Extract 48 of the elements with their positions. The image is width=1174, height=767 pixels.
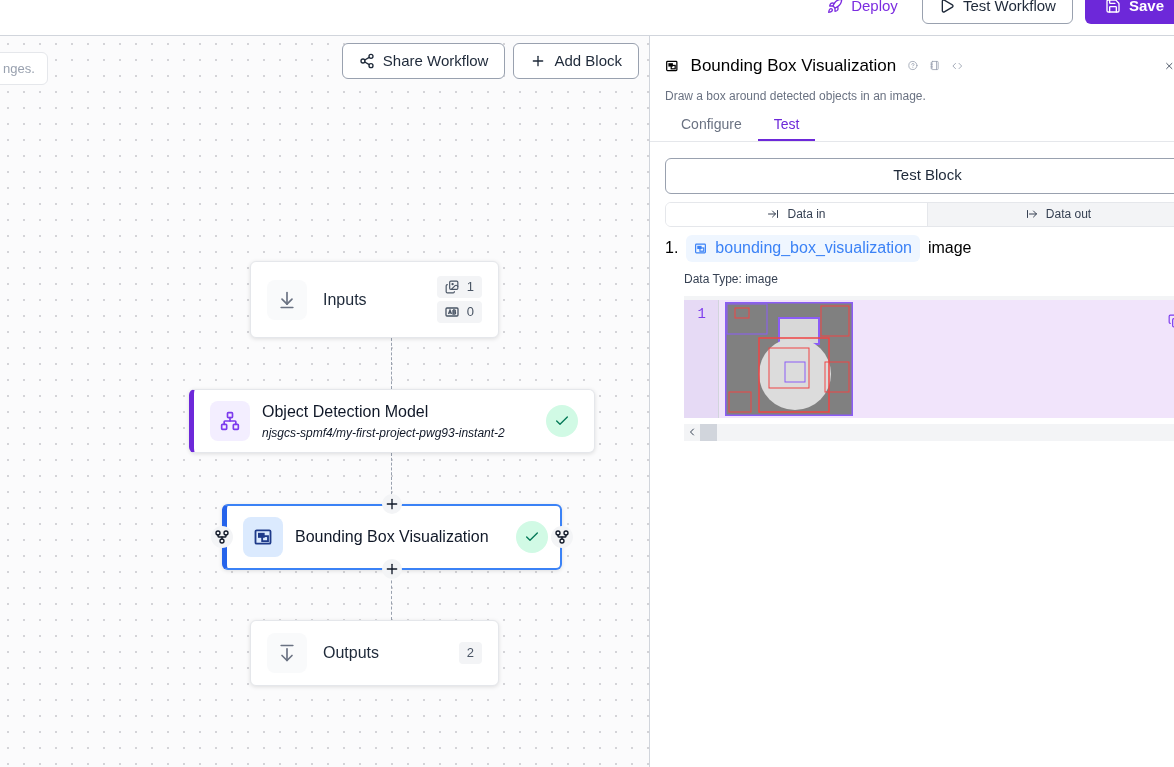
save-icon	[1104, 0, 1121, 14]
node-title: Outputs	[323, 643, 381, 663]
test-block-button[interactable]: Test Block	[665, 157, 1174, 194]
output-name-chip: bounding_box_visualization	[686, 234, 920, 262]
visualization-node[interactable]: Bounding Box Visualization	[222, 504, 562, 570]
add-step-button[interactable]	[382, 559, 402, 579]
notice-chip: nges.	[0, 52, 48, 85]
count-badge: 1	[436, 276, 482, 298]
model-id: njsgcs-spmf4/my-first-project-pwg93-instant-2	[262, 425, 506, 442]
branch-handle[interactable]	[551, 526, 573, 548]
panel-tab[interactable]: Test	[757, 110, 816, 141]
frame-icon	[253, 527, 273, 547]
panel-tab[interactable]: Configure	[665, 110, 758, 141]
rocket-icon	[827, 0, 844, 14]
count-badge: 2	[458, 642, 482, 664]
arrow-to-line-icon	[767, 208, 780, 220]
node-title: Inputs	[323, 289, 368, 310]
network-icon	[210, 401, 250, 441]
share-icon	[358, 53, 375, 69]
panel-description: Draw a box around detected objects in an image.	[664, 87, 927, 105]
notebook-icon[interactable]	[930, 59, 940, 73]
deploy-button[interactable]: Deploy	[815, 0, 910, 24]
data-type-label: Data Type: image	[684, 270, 779, 288]
frame-icon	[694, 241, 708, 255]
branch-handle[interactable]	[211, 526, 233, 548]
node-title: Bounding Box Visualization	[295, 527, 490, 547]
add-block-button[interactable]: Add Block	[513, 43, 639, 79]
data-tab[interactable]: Data out	[927, 202, 1174, 226]
scroll-thumb[interactable]	[700, 423, 717, 441]
output-type: image	[927, 238, 972, 258]
arrow-from-line-icon	[1025, 208, 1038, 220]
test-workflow-button[interactable]: Test Workflow	[921, 0, 1073, 24]
line-number: 1	[684, 299, 719, 418]
panel-title: Bounding Box Visualization	[690, 55, 897, 77]
model-node[interactable]: Object Detection Model njsgcs-spmf4/my-first-project-pwg93-instant-2	[189, 389, 595, 453]
node-title: Object Detection Model	[262, 402, 430, 422]
inputs-node[interactable]: Inputs 1 0	[250, 261, 499, 338]
add-step-button[interactable]	[382, 494, 402, 514]
images-icon	[444, 280, 459, 294]
save-button[interactable]: Save	[1084, 0, 1174, 24]
help-icon[interactable]	[908, 59, 919, 73]
count-badge: 0	[436, 301, 482, 323]
list-number: 1.	[665, 238, 679, 258]
horizontal-scrollbar[interactable]	[684, 423, 1174, 441]
download-icon	[267, 279, 307, 320]
outputs-node[interactable]: Outputs 2	[250, 620, 499, 686]
share-workflow-button[interactable]: Share Workflow	[341, 43, 506, 79]
text-type-icon	[444, 306, 459, 318]
